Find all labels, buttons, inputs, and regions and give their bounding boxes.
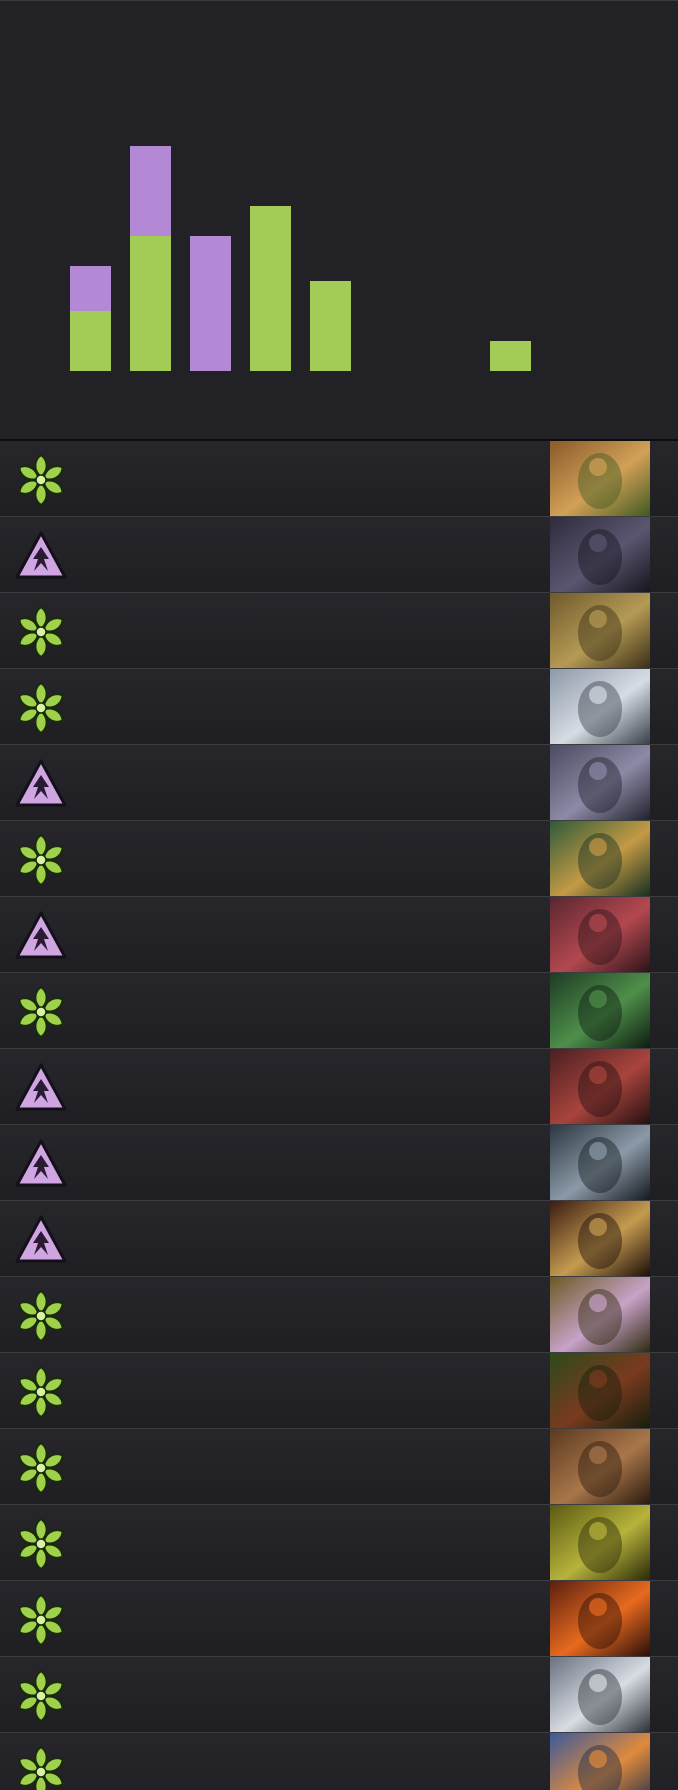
triangle-rune-icon	[14, 529, 68, 583]
card-row[interactable]	[0, 1505, 678, 1581]
card-art-thumbnail	[550, 745, 650, 820]
leaf-star-icon	[14, 1745, 68, 1790]
card-art-thumbnail	[550, 1125, 650, 1200]
card-row[interactable]	[0, 1429, 678, 1505]
card-row[interactable]	[0, 897, 678, 973]
mana-curve-plot	[70, 146, 531, 371]
card-art-thumbnail	[550, 441, 650, 516]
card-row[interactable]	[0, 593, 678, 669]
bar-cost-5-series-1	[310, 281, 351, 371]
card-art-thumbnail	[550, 1201, 650, 1276]
card-art-thumbnail	[550, 1505, 650, 1580]
card-row[interactable]	[0, 441, 678, 517]
triangle-rune-icon	[14, 1137, 68, 1191]
leaf-star-icon	[14, 605, 68, 659]
card-art-thumbnail	[550, 1581, 650, 1656]
card-art-thumbnail	[550, 517, 650, 592]
card-art-thumbnail	[550, 1353, 650, 1428]
leaf-star-icon	[14, 1593, 68, 1647]
card-row[interactable]	[0, 1125, 678, 1201]
card-art-thumbnail	[550, 973, 650, 1048]
bar-cost-4-series-1	[250, 206, 291, 371]
leaf-star-icon	[14, 1365, 68, 1419]
card-row[interactable]	[0, 745, 678, 821]
card-row[interactable]	[0, 1657, 678, 1733]
leaf-star-icon	[14, 453, 68, 507]
leaf-star-icon	[14, 1289, 68, 1343]
card-art-thumbnail	[550, 1277, 650, 1352]
card-row[interactable]	[0, 1277, 678, 1353]
card-art-thumbnail	[550, 821, 650, 896]
bar-cost-1-series-1	[70, 311, 111, 371]
leaf-star-icon	[14, 1517, 68, 1571]
card-row[interactable]	[0, 669, 678, 745]
deck-view	[0, 0, 678, 1790]
card-list[interactable]	[0, 441, 678, 1790]
leaf-star-icon	[14, 681, 68, 735]
bar-cost-1-series-2	[70, 266, 111, 311]
card-art-thumbnail	[550, 897, 650, 972]
card-row[interactable]	[0, 1581, 678, 1657]
bar-cost-2-series-2	[130, 146, 171, 236]
card-art-thumbnail	[550, 1733, 650, 1790]
bar-cost-3-series-2	[190, 236, 231, 371]
card-row[interactable]	[0, 1353, 678, 1429]
triangle-rune-icon	[14, 757, 68, 811]
leaf-star-icon	[14, 1669, 68, 1723]
bar-cost-8-series-1	[490, 341, 531, 371]
card-row[interactable]	[0, 1049, 678, 1125]
leaf-star-icon	[14, 833, 68, 887]
bar-cost-2-series-1	[130, 236, 171, 371]
card-art-thumbnail	[550, 669, 650, 744]
card-art-thumbnail	[550, 1657, 650, 1732]
card-art-thumbnail	[550, 593, 650, 668]
card-art-thumbnail	[550, 1429, 650, 1504]
leaf-star-icon	[14, 1441, 68, 1495]
card-row[interactable]	[0, 517, 678, 593]
card-row[interactable]	[0, 1201, 678, 1277]
card-row[interactable]	[0, 1733, 678, 1790]
triangle-rune-icon	[14, 1061, 68, 1115]
mana-curve-chart	[0, 0, 678, 439]
card-row[interactable]	[0, 973, 678, 1049]
triangle-rune-icon	[14, 909, 68, 963]
triangle-rune-icon	[14, 1213, 68, 1267]
leaf-star-icon	[14, 985, 68, 1039]
card-art-thumbnail	[550, 1049, 650, 1124]
card-row[interactable]	[0, 821, 678, 897]
